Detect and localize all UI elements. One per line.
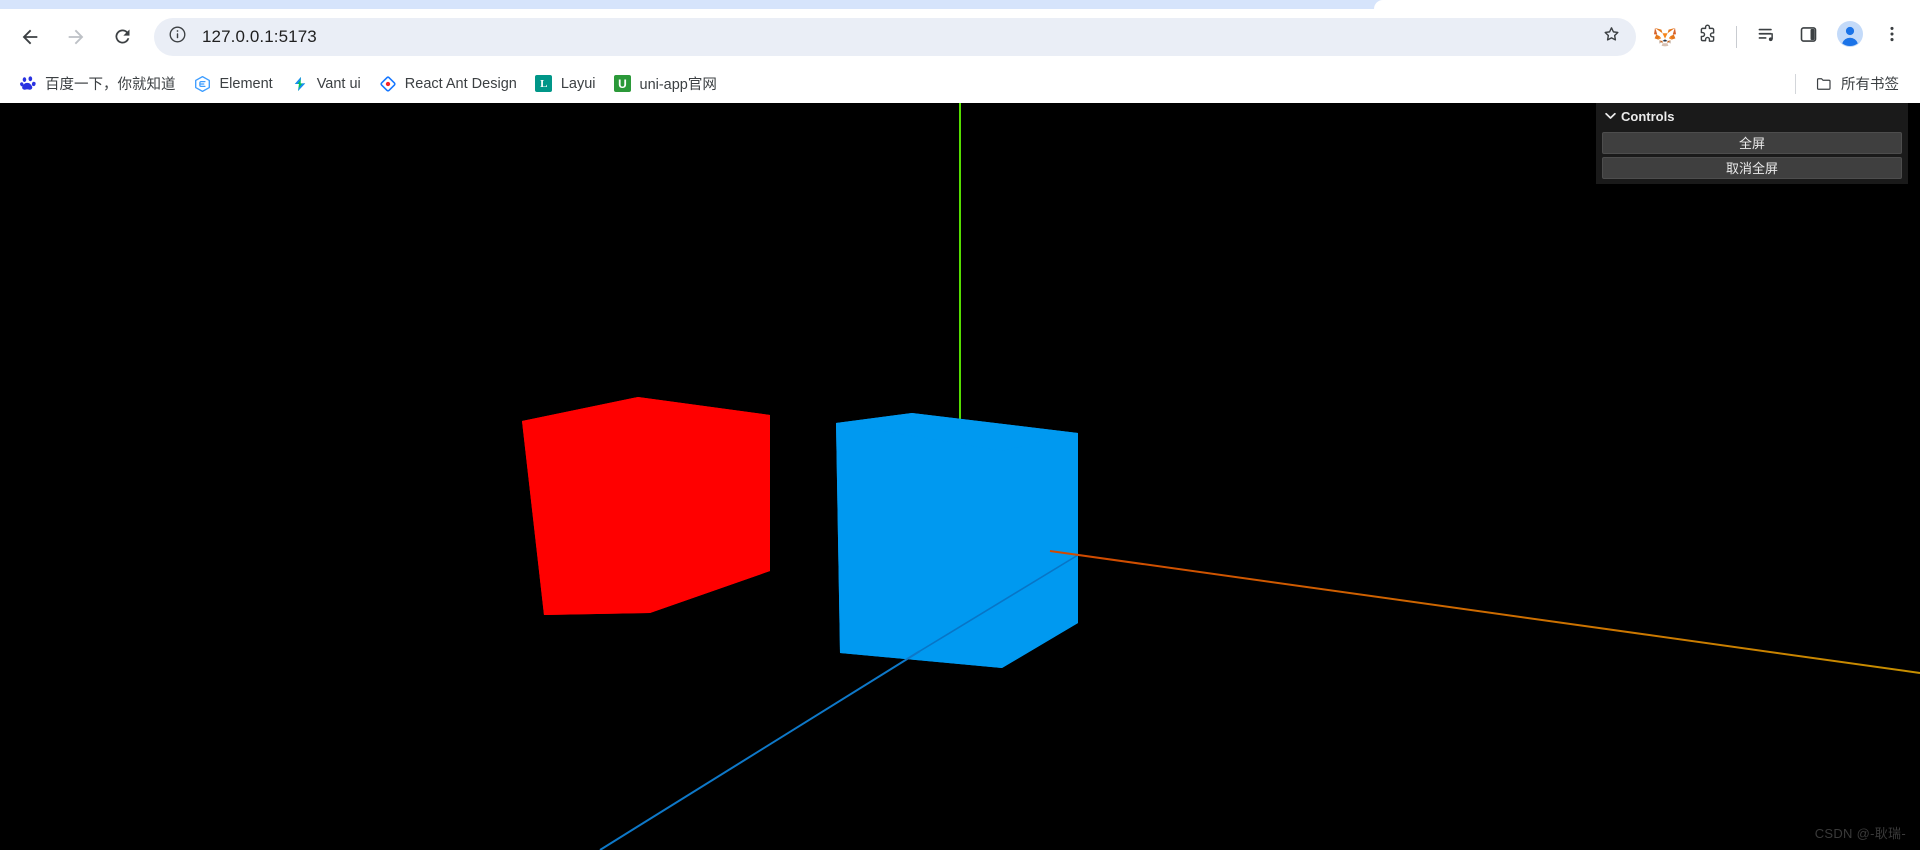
bookmark-label: Element	[219, 75, 273, 92]
fullscreen-button[interactable]: 全屏	[1602, 132, 1902, 154]
uniapp-favicon-icon: U	[614, 75, 632, 93]
csdn-watermark: CSDN @-耿瑞-	[1814, 826, 1906, 841]
bookmark-item-element[interactable]: Element	[185, 70, 282, 98]
red-cube-silhouette	[522, 397, 770, 615]
bookmark-label: Vant ui	[316, 75, 361, 92]
address-bar[interactable]: 127.0.0.1:5173	[154, 17, 1636, 56]
all-bookmarks-button[interactable]: 所有书签	[1806, 70, 1908, 98]
toolbar-divider	[1736, 25, 1737, 48]
gui-controls-panel: Controls 全屏 取消全屏	[1596, 103, 1908, 184]
bookmark-item-uniapp[interactable]: U uni-app官网	[605, 70, 726, 98]
bookmark-star-button[interactable]	[1596, 22, 1626, 52]
media-playlist-icon[interactable]	[1748, 19, 1784, 55]
gui-title-label: Controls	[1621, 108, 1675, 124]
scene-canvas[interactable]	[0, 103, 1920, 850]
bookmarks-bar: 百度一下，你就知道 Element Vant ui React Ant Desi…	[0, 64, 1920, 103]
layui-glyph: L	[535, 75, 553, 92]
threejs-viewport[interactable]	[0, 103, 1920, 850]
panel-rect-icon	[1798, 24, 1819, 50]
bookmark-item-layui[interactable]: L Layui	[526, 70, 605, 98]
element-favicon-icon	[194, 75, 212, 93]
x-axis	[1049, 550, 1920, 674]
bookmark-label: Layui	[560, 75, 596, 92]
antdesign-favicon-icon	[379, 75, 397, 93]
bookmark-star-icon	[1601, 24, 1622, 50]
z-axis	[599, 650, 921, 850]
uniapp-glyph: U	[614, 75, 631, 92]
gui-title-bar[interactable]: Controls	[1596, 103, 1908, 129]
browser-toolbar: 127.0.0.1:5173	[0, 9, 1920, 64]
side-panel-icon[interactable]	[1790, 19, 1826, 55]
back-arrow-icon	[19, 26, 41, 48]
blue-cube-left-face	[836, 423, 1002, 668]
bookmark-label: 百度一下，你就知道	[45, 77, 176, 93]
active-tab[interactable]	[1374, 0, 1920, 9]
chrome-menu-icon[interactable]	[1874, 19, 1910, 55]
layui-favicon-icon: L	[535, 75, 553, 93]
blue-cube-right-face	[1002, 433, 1078, 668]
bookmark-label: React Ant Design	[404, 75, 517, 92]
bookmark-item-vant[interactable]: Vant ui	[282, 70, 370, 98]
forward-button[interactable]	[56, 17, 96, 57]
vant-favicon-icon	[291, 75, 309, 93]
puzzle-piece-icon	[1697, 24, 1718, 50]
chevron-down-icon	[1604, 112, 1616, 120]
gui-row-fullscreen: 全屏	[1596, 132, 1908, 154]
folder-icon	[1815, 75, 1833, 93]
url-text[interactable]: 127.0.0.1:5173	[192, 27, 1596, 47]
info-circle-icon	[168, 25, 187, 49]
reload-button[interactable]	[102, 17, 142, 57]
avatar	[1836, 20, 1864, 53]
browser-window: 127.0.0.1:5173 百度一下，你就知道 Element Vant ui…	[0, 0, 1920, 850]
forward-arrow-icon	[65, 26, 87, 48]
baidu-favicon-icon	[19, 75, 37, 93]
gui-row-exit-fullscreen: 取消全屏	[1596, 157, 1908, 179]
bookmarks-divider	[1795, 73, 1796, 94]
profile-avatar-icon[interactable]	[1832, 19, 1868, 55]
back-button[interactable]	[10, 17, 50, 57]
red-cube	[522, 397, 770, 615]
bookmark-label: uni-app官网	[639, 77, 717, 93]
exit-fullscreen-button[interactable]: 取消全屏	[1602, 157, 1902, 179]
extensions-puzzle-icon[interactable]	[1689, 19, 1725, 55]
all-bookmarks-label: 所有书签	[1841, 77, 1899, 93]
bookmark-item-baidu[interactable]: 百度一下，你就知道	[10, 70, 185, 98]
playlist-note-icon	[1756, 24, 1777, 50]
reload-icon	[112, 26, 133, 47]
three-dots-icon	[1882, 24, 1902, 49]
metamask-extension-icon[interactable]	[1647, 19, 1683, 55]
bookmarks-bar-overflow: 所有书签	[1795, 70, 1920, 98]
bookmark-item-react-ant-design[interactable]: React Ant Design	[370, 70, 526, 98]
fox-glyph-icon	[1653, 26, 1677, 48]
tab-strip	[0, 0, 1920, 9]
blue-cube	[836, 413, 1078, 668]
site-info-button[interactable]	[162, 22, 192, 52]
